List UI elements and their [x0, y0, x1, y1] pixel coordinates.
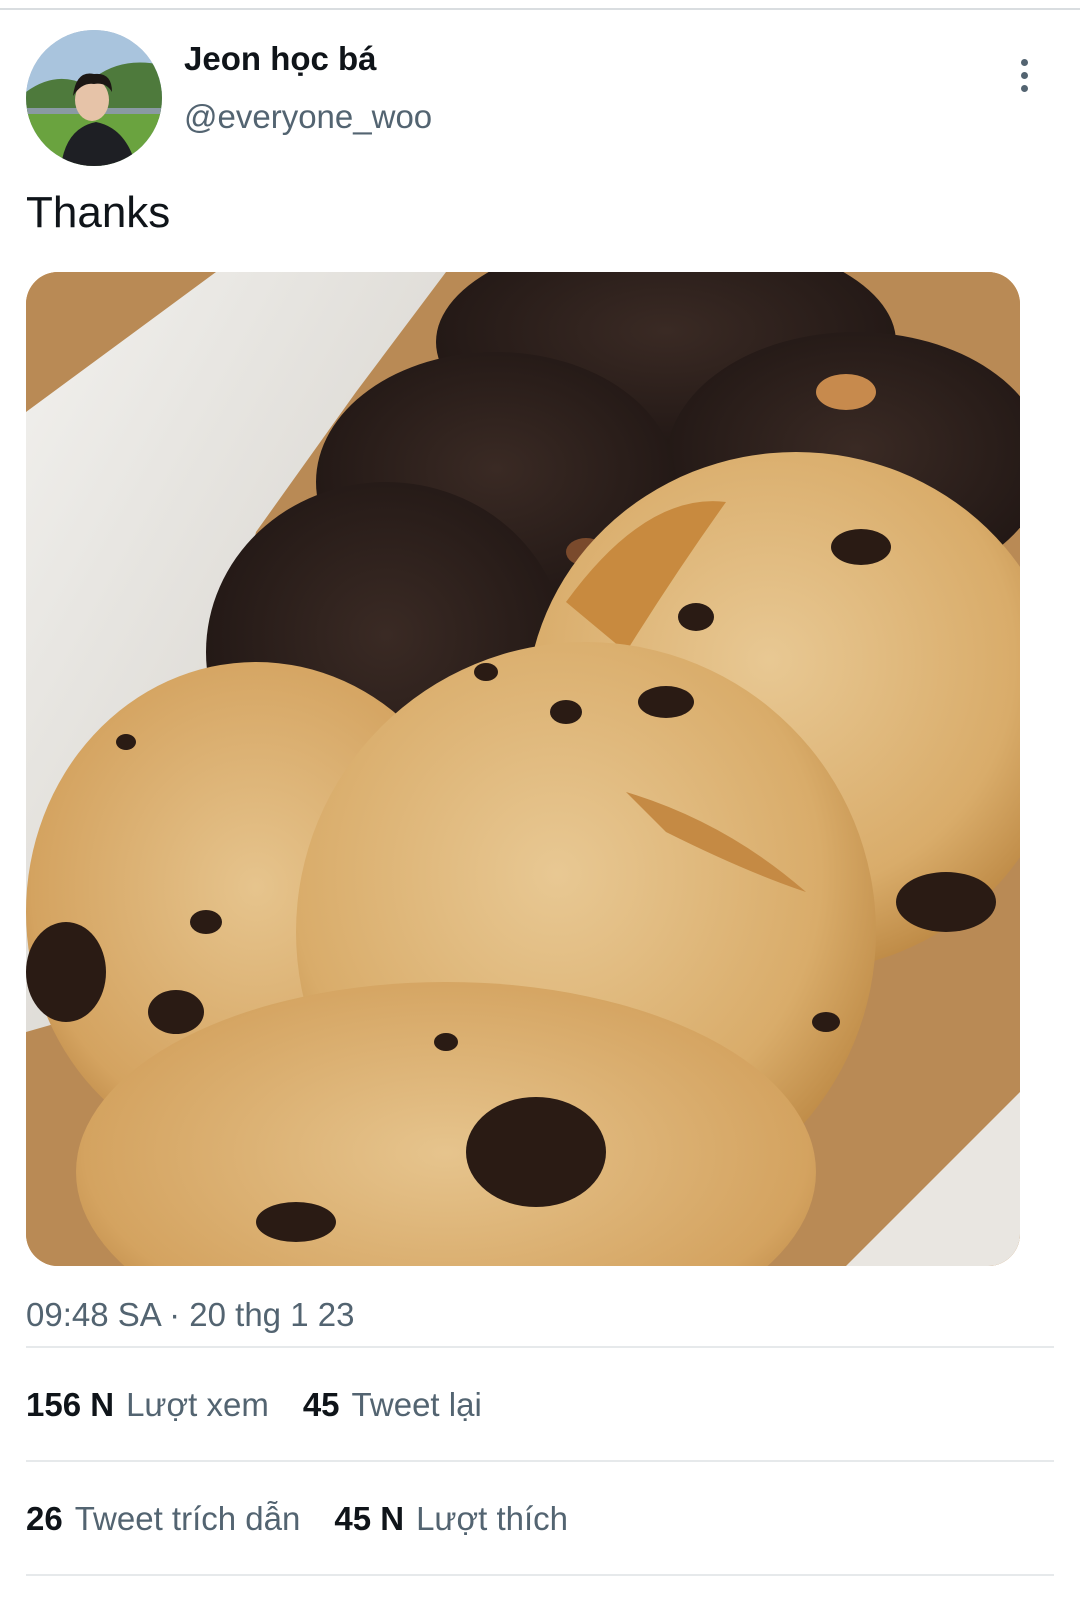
retweets-label: Tweet lại [351, 1386, 482, 1423]
author-display-name[interactable]: Jeon học bá [184, 40, 377, 78]
stats-divider-middle [26, 1460, 1054, 1462]
likes-stat[interactable]: 45 N Lượt thích [334, 1500, 568, 1538]
views-count: 156 N [26, 1386, 115, 1423]
avatar[interactable] [26, 30, 162, 166]
views-label: Lượt xem [126, 1386, 269, 1423]
stats-divider-top [26, 1346, 1054, 1348]
stats-row-2: 26 Tweet trích dẫn 45 N Lượt thích [26, 1500, 568, 1538]
quote-tweets-count: 26 [26, 1500, 63, 1537]
quote-tweets-label: Tweet trích dẫn [74, 1500, 301, 1537]
author-handle[interactable]: @everyone_woo [184, 98, 432, 136]
retweets-count: 45 [302, 1386, 340, 1423]
quote-tweets-stat[interactable]: 26 Tweet trích dẫn [26, 1500, 300, 1538]
likes-count: 45 N [334, 1500, 405, 1537]
stats-row-1: 156 N Lượt xem 45 Tweet lại [26, 1386, 482, 1424]
more-vertical-icon[interactable] [1006, 50, 1042, 100]
stats-divider-bottom [26, 1574, 1054, 1576]
top-divider [0, 8, 1080, 10]
retweets-stat[interactable]: 45 Tweet lại [303, 1386, 482, 1424]
tweet-photo[interactable] [26, 272, 1020, 1266]
views-stat[interactable]: 156 N Lượt xem [26, 1386, 269, 1424]
tweet-timestamp[interactable]: 09:48 SA · 20 thg 1 23 [26, 1296, 354, 1334]
likes-label: Lượt thích [416, 1500, 569, 1537]
tweet-text: Thanks [26, 188, 171, 237]
